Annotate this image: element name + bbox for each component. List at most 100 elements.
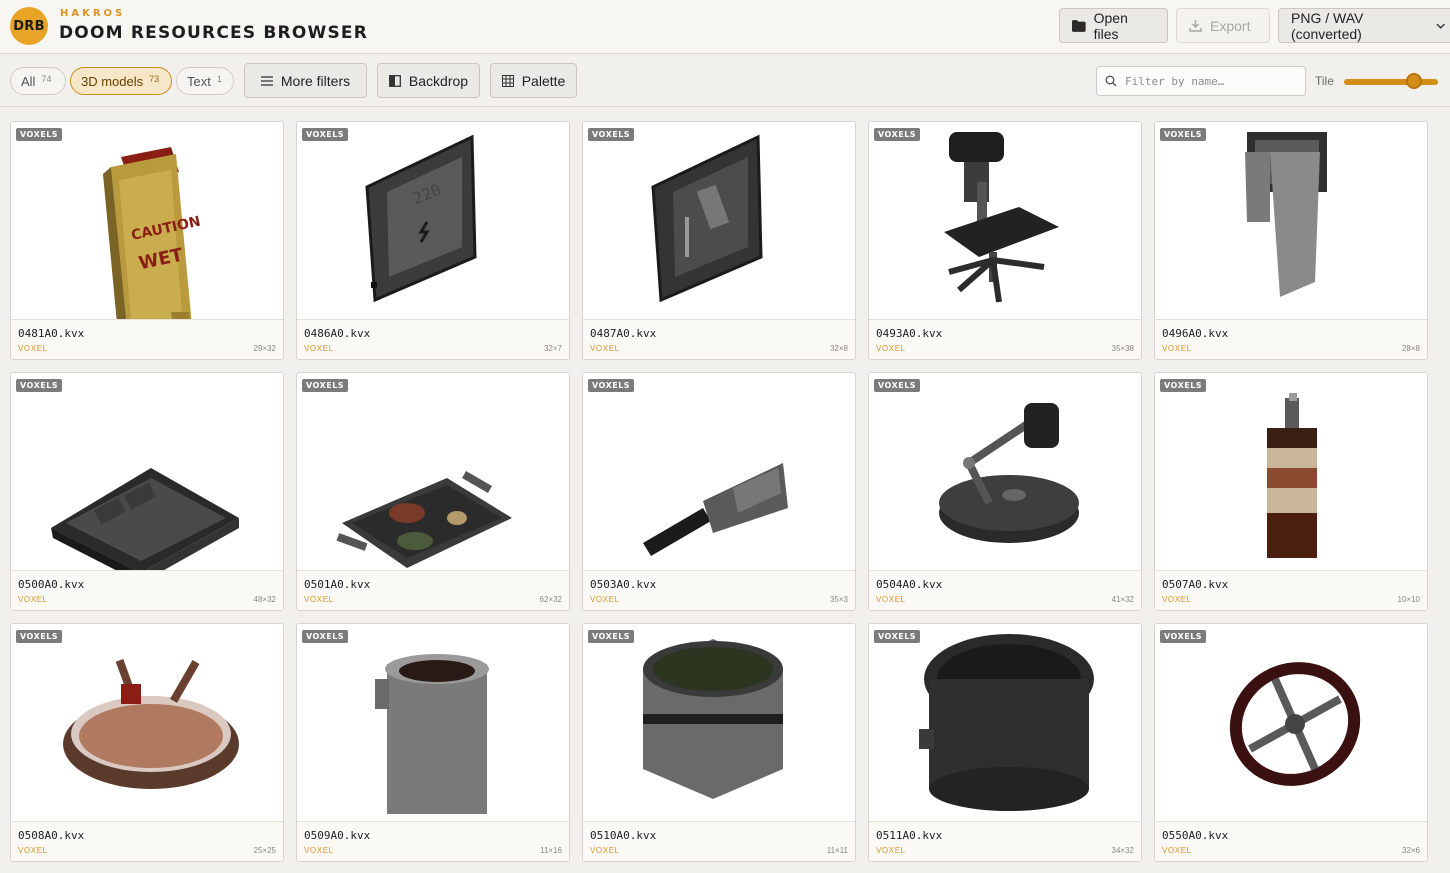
file-dimensions: 11×11: [826, 846, 848, 855]
file-name: 0503A0.kvx: [590, 578, 657, 591]
resource-meta: 0496A0.kvx VOXEL 28×8: [1155, 319, 1427, 359]
file-dimensions: 10×10: [1397, 595, 1420, 604]
resource-preview: VOXELS: [1155, 122, 1427, 319]
resource-meta: 0500A0.kvx VOXEL 48×32: [11, 570, 283, 610]
file-dimensions: 34×32: [1111, 846, 1134, 855]
folder-icon: [1072, 19, 1086, 32]
open-files-button[interactable]: Open files: [1059, 8, 1168, 43]
more-filters-button[interactable]: More filters: [244, 63, 367, 98]
resource-card[interactable]: 220 VOXELS 0486A0.kvx VOXEL 32×7: [296, 121, 570, 360]
file-type: VOXEL: [18, 595, 48, 604]
resource-preview: VOXELS: [297, 624, 569, 821]
resource-meta: 0504A0.kvx VOXEL 41×32: [869, 570, 1141, 610]
file-name: 0496A0.kvx: [1162, 327, 1229, 340]
resource-preview: VOXELS: [1155, 373, 1427, 570]
resource-card[interactable]: VOXELS 0493A0.kvx VOXEL 35×38: [868, 121, 1142, 360]
file-type: VOXEL: [876, 846, 906, 855]
resource-card[interactable]: VOXELS 0504A0.kvx VOXEL 41×32: [868, 372, 1142, 611]
resource-card[interactable]: VOXELS 0550A0.kvx VOXEL 32×6: [1154, 623, 1428, 862]
resource-card[interactable]: VOXELS 0500A0.kvx VOXEL 48×32: [10, 372, 284, 611]
format-badge: VOXELS: [1160, 630, 1207, 643]
file-dimensions: 41×32: [1111, 595, 1134, 604]
file-type: VOXEL: [590, 344, 620, 353]
resource-card[interactable]: VOXELS 0507A0.kvx VOXEL 10×10: [1154, 372, 1428, 611]
voxel-model-thumbnail: [919, 634, 1094, 811]
tile-size-label: Tile: [1315, 74, 1334, 88]
file-dimensions: 32×7: [543, 344, 562, 353]
voxel-model-thumbnail: [336, 471, 512, 568]
tile-size-slider-thumb[interactable]: [1406, 73, 1422, 89]
filter-toolbar: All 74 3D models 73 Text 1 More filters …: [0, 55, 1450, 107]
resource-meta: 0501A0.kvx VOXEL 62×32: [297, 570, 569, 610]
resource-preview: VOXELS: [869, 624, 1141, 821]
palette-button[interactable]: Palette: [490, 63, 577, 98]
voxel-model-thumbnail: CAUTION WET: [103, 147, 202, 319]
voxel-model-thumbnail: [939, 403, 1079, 543]
file-dimensions: 29×32: [253, 344, 276, 353]
resource-preview: 220 VOXELS: [297, 122, 569, 319]
file-type: VOXEL: [590, 846, 620, 855]
palette-grid-icon: [501, 74, 514, 87]
resource-card[interactable]: CAUTION WET VOXELS 0481A0.kvx VOXEL 29×3…: [10, 121, 284, 360]
resource-card[interactable]: VOXELS 0509A0.kvx VOXEL 11×16: [296, 623, 570, 862]
chip-count: 1: [216, 74, 222, 84]
file-dimensions: 28×8: [1401, 344, 1420, 353]
resource-preview: VOXELS: [297, 373, 569, 570]
file-name: 0507A0.kvx: [1162, 578, 1229, 591]
resource-meta: 0481A0.kvx VOXEL 29×32: [11, 319, 283, 359]
file-dimensions: 32×8: [829, 344, 848, 353]
resource-preview: VOXELS: [11, 624, 283, 821]
resource-meta: 0486A0.kvx VOXEL 32×7: [297, 319, 569, 359]
resource-preview: VOXELS: [869, 373, 1141, 570]
app-header: DRB HAKROS DOOM RESOURCES BROWSER Open f…: [0, 0, 1450, 54]
format-badge: VOXELS: [16, 630, 63, 643]
file-name: 0487A0.kvx: [590, 327, 657, 340]
voxel-model-thumbnail: [944, 132, 1059, 303]
file-type: VOXEL: [1162, 846, 1192, 855]
file-dimensions: 62×32: [539, 595, 562, 604]
file-type: VOXEL: [1162, 344, 1192, 353]
palette-label: Palette: [521, 72, 566, 89]
filter-by-name-input[interactable]: [1125, 74, 1295, 88]
file-name: 0493A0.kvx: [876, 327, 943, 340]
brand-subtitle: HAKROS: [60, 8, 126, 19]
resource-card[interactable]: VOXELS 0496A0.kvx VOXEL 28×8: [1154, 121, 1428, 360]
resource-card[interactable]: VOXELS 0503A0.kvx VOXEL 35×3: [582, 372, 856, 611]
resource-card[interactable]: VOXELS 0511A0.kvx VOXEL 34×32: [868, 623, 1142, 862]
format-badge: VOXELS: [302, 379, 349, 392]
resource-meta: 0510A0.kvx VOXEL 11×11: [583, 821, 855, 861]
app-title: DOOM RESOURCES BROWSER: [59, 23, 368, 43]
filter-chip-all[interactable]: All 74: [10, 67, 66, 95]
format-badge: VOXELS: [16, 128, 63, 141]
resource-card[interactable]: VOXELS 0508A0.kvx VOXEL 25×25: [10, 623, 284, 862]
resource-meta: 0508A0.kvx VOXEL 25×25: [11, 821, 283, 861]
format-badge: VOXELS: [588, 128, 635, 141]
resource-preview: VOXELS: [1155, 624, 1427, 821]
filter-chip-text[interactable]: Text 1: [176, 67, 234, 95]
file-name: 0504A0.kvx: [876, 578, 943, 591]
file-dimensions: 25×25: [253, 846, 276, 855]
resource-card[interactable]: VOXELS 0487A0.kvx VOXEL 32×8: [582, 121, 856, 360]
resource-preview: VOXELS: [583, 122, 855, 319]
backdrop-icon: [388, 74, 401, 87]
resource-card[interactable]: VOXELS 0510A0.kvx VOXEL 11×11: [582, 623, 856, 862]
backdrop-button[interactable]: Backdrop: [377, 63, 480, 98]
resource-card[interactable]: VOXELS 0501A0.kvx VOXEL 62×32: [296, 372, 570, 611]
export-button[interactable]: Export: [1176, 8, 1270, 43]
file-dimensions: 11×16: [540, 846, 562, 855]
filter-chip-3d-models[interactable]: 3D models 73: [70, 67, 172, 95]
file-name: 0511A0.kvx: [876, 829, 943, 842]
voxel-model-thumbnail: [1267, 393, 1317, 558]
format-badge: VOXELS: [588, 379, 635, 392]
format-badge: VOXELS: [588, 630, 635, 643]
tile-size-slider-track[interactable]: [1344, 79, 1438, 85]
chevron-down-icon: [1436, 23, 1445, 29]
voxel-model-thumbnail: [643, 639, 783, 799]
search-icon: [1105, 75, 1117, 87]
format-select[interactable]: PNG / WAV (converted): [1278, 8, 1450, 43]
resource-meta: 0507A0.kvx VOXEL 10×10: [1155, 570, 1427, 610]
format-badge: VOXELS: [302, 630, 349, 643]
file-name: 0550A0.kvx: [1162, 829, 1229, 842]
file-type: VOXEL: [304, 846, 334, 855]
download-icon: [1189, 20, 1202, 32]
